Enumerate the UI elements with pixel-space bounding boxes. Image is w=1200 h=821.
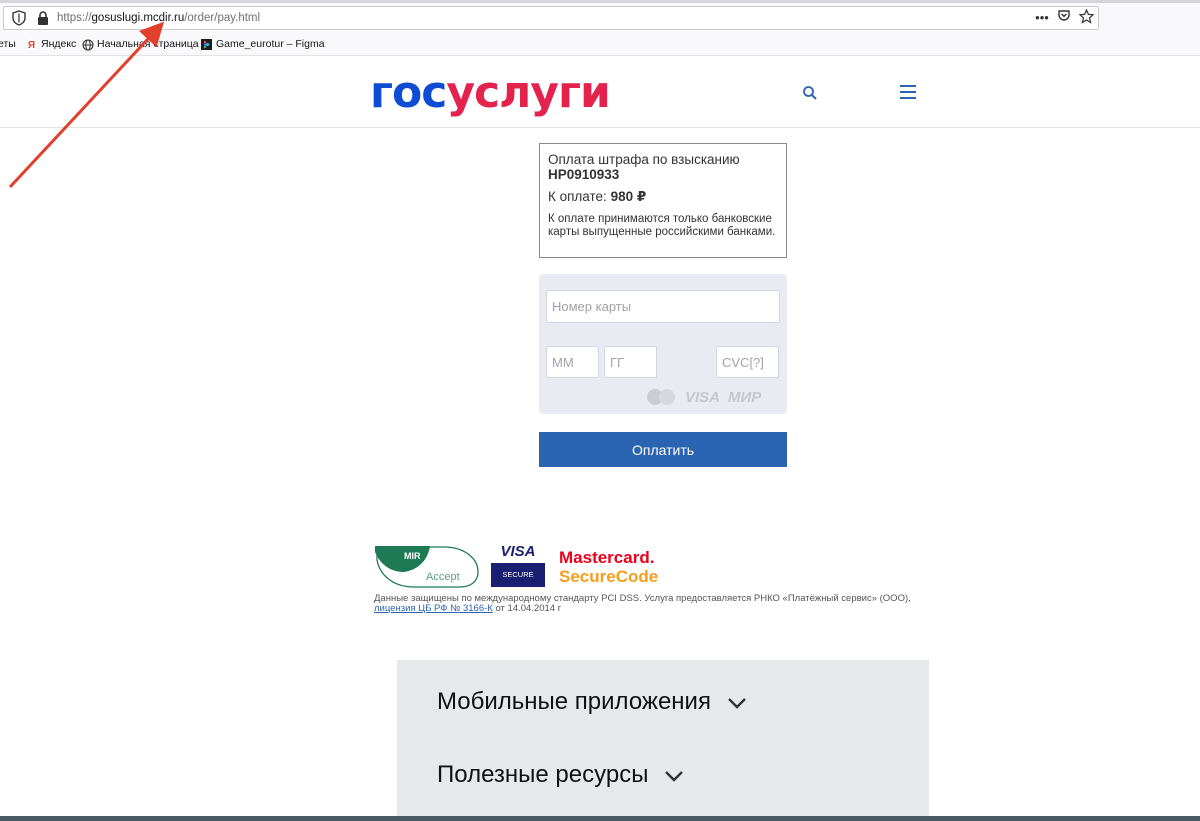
svg-text:Я: Я [28, 40, 35, 50]
accordion-label: Мобильные приложения [437, 688, 711, 715]
visa-logo: VISA [685, 388, 721, 406]
expiry-month-input[interactable]: ММ [546, 346, 599, 378]
license-link[interactable]: лицензия ЦБ РФ № 3166-К [374, 603, 493, 614]
bookmark-figma[interactable]: Game_eurotur – Figma [201, 38, 325, 50]
gosuslugi-logo[interactable]: госуслуги [370, 67, 611, 118]
bookmark-start-page[interactable]: Начальная страница [82, 38, 199, 51]
url-path: /order/pay.html [184, 12, 261, 24]
logo-part-gos: гос [370, 67, 447, 118]
figma-icon [201, 38, 212, 50]
mir-accept-top: MIR [404, 551, 421, 561]
bookmark-label: Game_eurotur – Figma [216, 38, 325, 50]
visa-secure-bottom: SECURE [491, 563, 545, 587]
shield-icon[interactable] [12, 10, 26, 31]
bookmark-yandex[interactable]: Я Яндекс [26, 38, 77, 51]
visa-secure-logo: VISA SECURE [491, 543, 545, 588]
bookmarks-bar: еты Я Яндекс Начальная страница Game_eur… [0, 34, 1200, 56]
pay-button[interactable]: Оплатить [539, 432, 787, 467]
chevron-down-icon [664, 761, 684, 789]
legal-tail: от 14.04.2014 г [495, 603, 562, 614]
yandex-icon: Я [26, 38, 37, 51]
bookmark-label: Начальная страница [97, 38, 199, 50]
taskbar-strip [0, 816, 1200, 821]
card-form: Номер карты ММ ГГ CVC[?] VISA МИР [539, 274, 787, 414]
accordion-label: Полезные ресурсы [437, 761, 649, 788]
url-text[interactable]: https://gosuslugi.mcdir.ru/order/pay.htm… [57, 10, 260, 26]
search-icon[interactable] [802, 85, 818, 106]
cvc-input[interactable]: CVC[?] [716, 346, 779, 378]
mir-accept-logo: MIR Accept [374, 544, 482, 595]
footer-panel: Мобильные приложения Полезные ресурсы [397, 660, 929, 821]
hamburger-menu-icon[interactable] [899, 84, 917, 105]
pocket-icon[interactable] [1056, 9, 1072, 27]
payment-note: К оплате принимаются только банковские к… [548, 213, 776, 238]
payment-amount: К оплате: 980 ₽ [548, 189, 778, 204]
expiry-year-input[interactable]: ГГ [604, 346, 657, 378]
bookmark-label: еты [0, 38, 16, 50]
globe-icon [82, 38, 94, 51]
accordion-useful-resources[interactable]: Полезные ресурсы [437, 761, 684, 789]
logo-part-uslugi: услуги [446, 67, 610, 118]
browser-toolbar: https://gosuslugi.mcdir.ru/order/pay.htm… [0, 0, 1200, 34]
amount-label: К оплате: [548, 189, 607, 204]
payment-code: НР0910933 [548, 167, 620, 182]
lock-icon[interactable] [37, 10, 49, 31]
mastercard-securecode-logo: Mastercard. SecureCode [559, 548, 658, 586]
payment-info-box: Оплата штрафа по взысканию НР0910933 К о… [539, 143, 787, 258]
mc-line-1: Mastercard. [559, 548, 655, 567]
chevron-down-icon [727, 688, 747, 716]
visa-secure-top: VISA [500, 543, 536, 560]
payment-title: Оплата штрафа по взысканию [548, 152, 740, 167]
mir-accept-bottom: Accept [426, 571, 460, 583]
url-host: gosuslugi.mcdir.ru [91, 12, 185, 24]
bookmark-star-icon[interactable] [1078, 8, 1094, 27]
card-brands: VISA МИР [647, 388, 761, 406]
bookmark-label: Яндекс [41, 38, 77, 50]
accordion-mobile-apps[interactable]: Мобильные приложения [437, 688, 747, 716]
bookmark-item[interactable]: еты [0, 38, 16, 50]
url-prefix: https:// [57, 12, 92, 24]
card-number-input[interactable]: Номер карты [546, 290, 780, 323]
mastercard-icon [647, 388, 677, 406]
more-actions-icon[interactable]: ••• [1034, 9, 1050, 27]
legal-text: Данные защищены по международному станда… [374, 594, 954, 614]
address-bar[interactable]: https://gosuslugi.mcdir.ru/order/pay.htm… [3, 6, 1099, 30]
amount-value: 980 ₽ [610, 189, 647, 204]
mc-line-2: SecureCode [559, 567, 659, 586]
site-header: госуслуги [0, 57, 1200, 128]
mir-logo: МИР [728, 388, 762, 406]
